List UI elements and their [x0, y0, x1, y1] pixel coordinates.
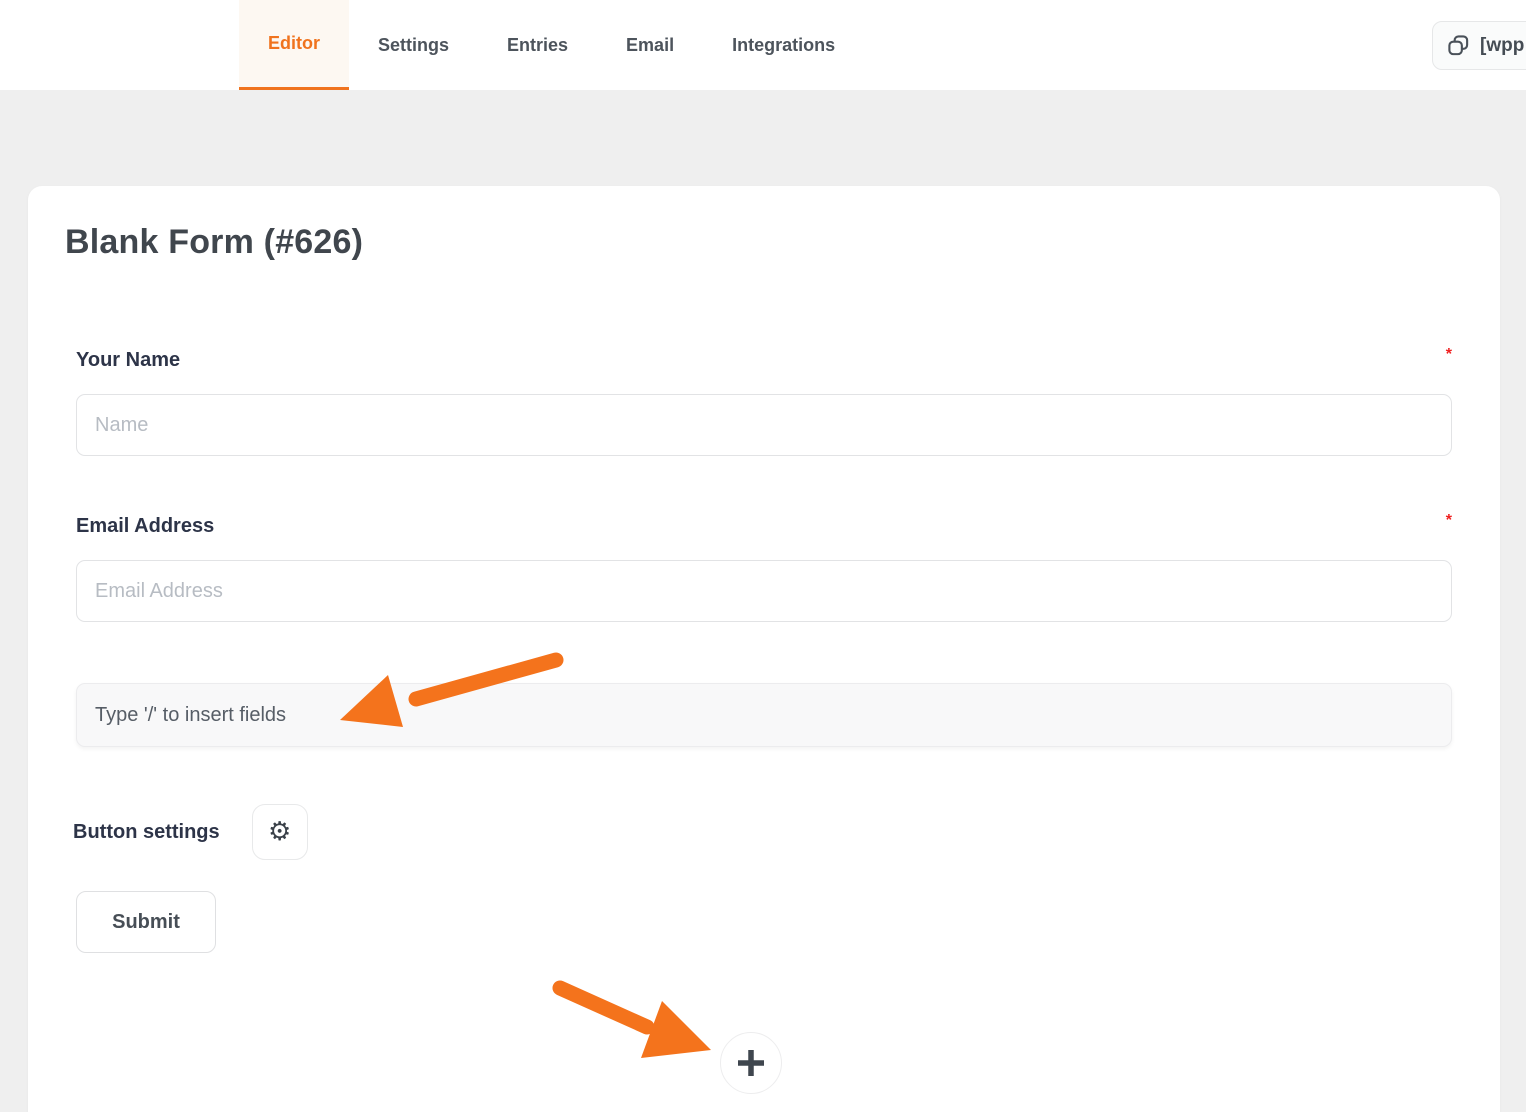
button-settings-gear-button[interactable]: ⚙ [252, 804, 308, 860]
field-name-label-row: Your Name * [76, 349, 1452, 372]
tab-entries[interactable]: Entries [478, 0, 597, 90]
top-navigation-bar: Editor Settings Entries Email Integratio… [0, 0, 1526, 90]
add-field-button[interactable] [720, 1032, 782, 1094]
form-builder-page: { "header": { "tabs": [ { "label": "Edit… [0, 0, 1526, 1112]
button-settings-label: Button settings [73, 821, 220, 844]
field-email-label-row: Email Address * [76, 515, 1452, 538]
tab-integrations[interactable]: Integrations [703, 0, 864, 90]
form-title: Blank Form (#626) [65, 223, 363, 262]
field-name-label[interactable]: Your Name [76, 349, 180, 372]
plus-icon [732, 1044, 770, 1082]
gear-icon: ⚙ [268, 819, 291, 845]
required-asterisk: * [1446, 513, 1452, 529]
form-editor-card: Blank Form (#626) Your Name * Email Addr… [28, 186, 1500, 1112]
name-input[interactable] [76, 394, 1452, 456]
email-input[interactable] [76, 560, 1452, 622]
copy-icon [1447, 34, 1470, 57]
nav-tabs: Editor Settings Entries Email Integratio… [239, 0, 864, 90]
shortcode-label: [wpp [1480, 35, 1524, 57]
copy-shortcode-button[interactable]: [wpp [1432, 21, 1526, 70]
tab-editor[interactable]: Editor [239, 0, 349, 90]
field-email-label[interactable]: Email Address [76, 515, 214, 538]
tab-email[interactable]: Email [597, 0, 703, 90]
button-settings-row: Button settings ⚙ [73, 804, 308, 860]
tab-settings[interactable]: Settings [349, 0, 478, 90]
insert-field-prompt[interactable]: Type '/' to insert fields [76, 683, 1452, 747]
required-asterisk: * [1446, 347, 1452, 363]
submit-button[interactable]: Submit [76, 891, 216, 953]
